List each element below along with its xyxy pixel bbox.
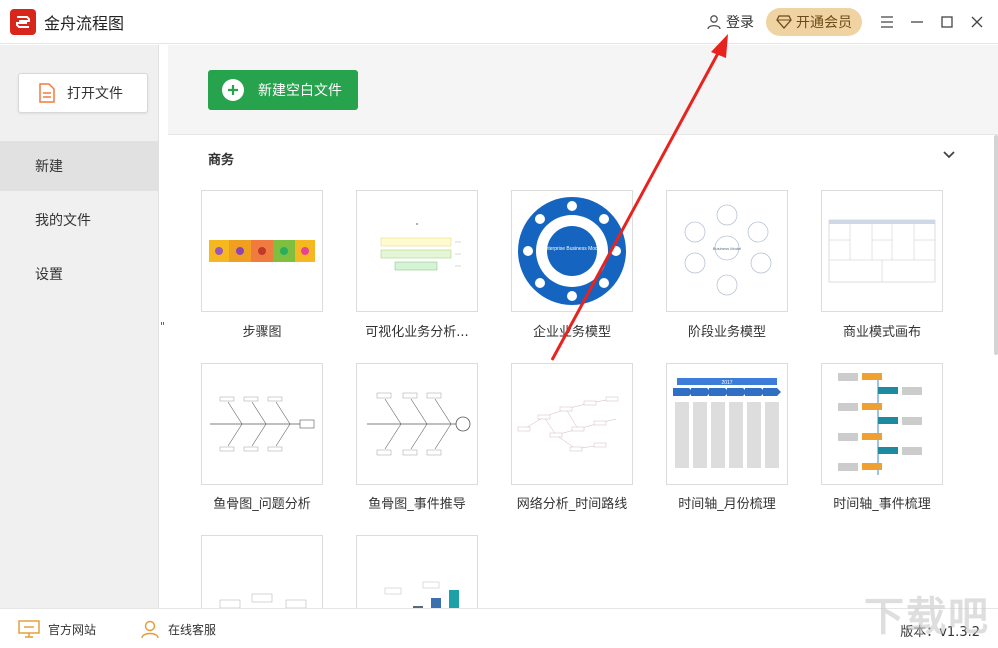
sidebar: 打开文件 新建 我的文件 设置 <box>0 45 159 608</box>
minimize-button[interactable] <box>902 0 932 44</box>
sidebar-item-my-files[interactable]: 我的文件 <box>0 195 159 245</box>
official-website-link[interactable]: 官方网站 <box>18 620 96 638</box>
open-file-label: 打开文件 <box>67 86 123 102</box>
hamburger-icon <box>881 16 893 28</box>
close-button[interactable] <box>962 0 992 44</box>
plus-icon <box>222 79 244 101</box>
template-card-fishbone-2[interactable] <box>356 363 478 485</box>
network-thumbnail <box>517 396 619 452</box>
sidebar-collapse-handle[interactable]: " <box>160 320 165 333</box>
new-blank-file-label: 新建空白文件 <box>258 83 342 99</box>
new-blank-file-button[interactable]: 新建空白文件 <box>208 70 358 110</box>
sidebar-item-label: 新建 <box>35 159 63 175</box>
login-button[interactable]: 登录 <box>706 12 754 32</box>
watermark-text: 下载吧 <box>864 594 990 640</box>
template-label: 步骤图 <box>242 325 282 340</box>
support-agent-icon <box>141 620 159 639</box>
vip-button[interactable]: 开通会员 <box>766 8 862 36</box>
vip-label: 开通会员 <box>796 15 852 31</box>
visual-analysis-thumbnail <box>380 223 461 271</box>
template-card-bar3d-partial[interactable] <box>356 535 478 608</box>
maximize-button[interactable] <box>932 0 962 44</box>
diamond-icon <box>776 15 792 29</box>
enterprise-model-thumbnail: Enterprise Business Model <box>518 197 626 305</box>
login-label: 登录 <box>726 15 754 31</box>
template-card-flow-partial[interactable] <box>201 535 323 608</box>
steps-thumbnail <box>209 240 315 262</box>
flow-partial-thumbnail <box>219 593 307 608</box>
app-logo <box>10 8 36 35</box>
template-card-canvas[interactable] <box>821 190 943 312</box>
template-label: 阶段业务模型 <box>687 325 766 340</box>
fishbone-2-thumbnail <box>367 392 471 456</box>
enterprise-center-text: Enterprise Business Model <box>542 246 601 252</box>
official-website-label: 官方网站 <box>48 622 97 637</box>
sidebar-item-label: 设置 <box>35 267 63 283</box>
sidebar-item-settings[interactable]: 设置 <box>0 249 159 299</box>
file-icon <box>39 83 55 103</box>
app-logo-icon <box>16 15 30 28</box>
scrollbar[interactable] <box>994 135 998 355</box>
template-label: 鱼骨图_问题分析 <box>213 497 311 512</box>
template-card-stage-model[interactable]: Business Model <box>666 190 788 312</box>
template-label: 商业模式画布 <box>842 325 921 340</box>
user-icon <box>707 15 721 30</box>
online-support-label: 在线客服 <box>168 622 217 637</box>
timeline-month-thumbnail: 2017 <box>673 378 781 468</box>
monitor-icon <box>18 620 40 638</box>
timeline-event-thumbnail <box>838 373 922 475</box>
template-card-visual-analysis[interactable] <box>356 190 478 312</box>
timeline-year-text: 2017 <box>721 380 732 386</box>
stage-model-thumbnail: Business Model <box>684 204 772 296</box>
sidebar-item-label: 我的文件 <box>35 213 91 229</box>
template-label: 时间轴_事件梳理 <box>833 497 931 512</box>
template-card-steps[interactable] <box>201 190 323 312</box>
online-support-link[interactable]: 在线客服 <box>140 619 216 639</box>
template-label: 时间轴_月份梳理 <box>678 497 776 512</box>
chevron-down-icon <box>943 151 955 159</box>
template-card-timeline-event[interactable] <box>821 363 943 485</box>
new-file-bar: 新建空白文件 <box>168 45 998 135</box>
app-title: 金舟流程图 <box>44 13 125 33</box>
close-icon <box>971 16 983 28</box>
template-label: 网络分析_时间路线 <box>516 497 628 512</box>
open-file-button[interactable]: 打开文件 <box>18 73 148 113</box>
template-card-timeline-month[interactable]: 2017 <box>666 363 788 485</box>
template-card-network[interactable] <box>511 363 633 485</box>
template-label: 鱼骨图_事件推导 <box>368 497 466 512</box>
status-bar: 官方网站 在线客服 版本：v1.3.2 <box>0 608 998 648</box>
bar3d-partial-thumbnail <box>384 581 459 608</box>
template-card-enterprise-model[interactable]: Enterprise Business Model <box>511 190 633 312</box>
main-panel: 新建空白文件 商务 步骤图 可视化业务分析... Enterprise Busi… <box>168 45 998 608</box>
fishbone-1-thumbnail <box>210 396 315 452</box>
section-collapse-button[interactable] <box>943 145 955 164</box>
template-card-fishbone-1[interactable] <box>201 363 323 485</box>
sidebar-item-new[interactable]: 新建 <box>0 141 159 191</box>
canvas-thumbnail <box>828 219 936 283</box>
minimize-icon <box>911 21 923 23</box>
title-bar: 金舟流程图 登录 开通会员 <box>0 0 998 44</box>
section-title: 商务 <box>208 153 235 168</box>
template-label: 可视化业务分析... <box>365 325 469 340</box>
maximize-icon <box>941 16 953 28</box>
menu-button[interactable] <box>872 0 902 44</box>
template-label: 企业业务模型 <box>532 325 611 340</box>
stage-center-text: Business Model <box>713 246 741 251</box>
